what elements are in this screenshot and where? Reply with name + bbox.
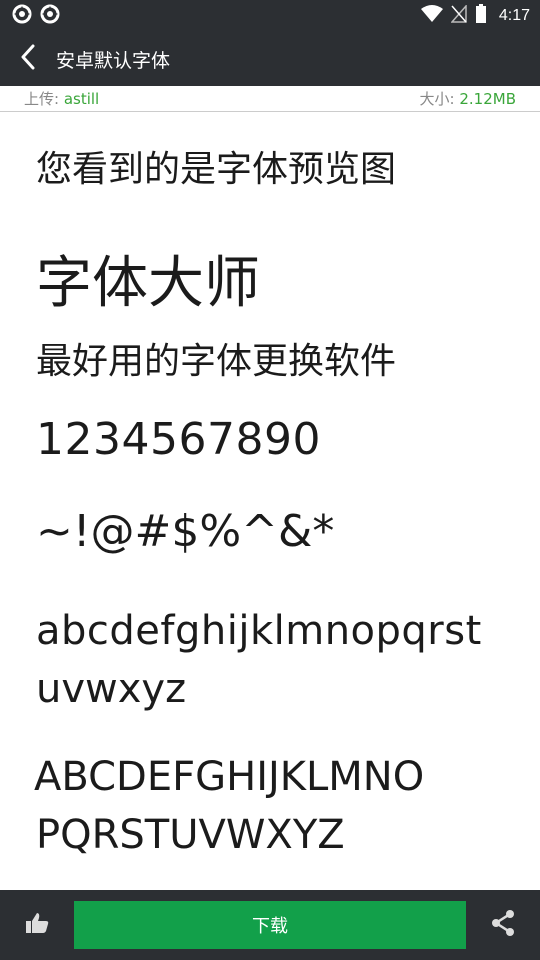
font-preview-image: 您看到的是字体预览图 字体大师 最好用的字体更换软件 1234567890 ~!… — [0, 112, 540, 890]
chevron-left-icon — [20, 44, 36, 74]
preview-symbols: ~!@#$%^&* — [36, 506, 335, 557]
bottom-action-bar: 下载 — [0, 890, 540, 960]
preview-line-slogan: 最好用的字体更换软件 — [36, 341, 397, 382]
status-left — [12, 4, 60, 28]
preview-line-intro: 您看到的是字体预览图 — [36, 149, 397, 190]
preview-digits: 1234567890 — [36, 414, 321, 465]
wifi-icon — [420, 5, 443, 27]
size-value: 2.12MB — [459, 90, 516, 108]
preview-uppercase-2: PQRSTUVWXYZ — [36, 812, 345, 858]
battery-icon — [475, 4, 487, 28]
size-label: 大小: — [419, 90, 460, 108]
no-signal-icon — [450, 4, 467, 27]
download-button[interactable]: 下载 — [74, 901, 466, 949]
status-time: 4:17 — [498, 7, 530, 24]
preview-lowercase-2: uvwxyz — [36, 666, 187, 712]
like-button[interactable] — [0, 890, 74, 960]
page-title: 安卓默认字体 — [56, 49, 171, 72]
size-info: 大小: 2.12MB — [420, 88, 516, 109]
status-bar: 4:17 — [0, 0, 540, 32]
status-right: 4:17 — [420, 4, 530, 28]
preview-uppercase-1: ABCDEFGHIJKLMNO — [34, 754, 425, 800]
uploader-info: 上传: astill — [24, 88, 99, 109]
uploader-label: 上传: — [24, 90, 64, 108]
uploader-value[interactable]: astill — [64, 90, 99, 108]
share-button[interactable] — [466, 890, 540, 960]
preview-line-brand: 字体大师 — [36, 251, 260, 316]
info-bar: 上传: astill 大小: 2.12MB — [0, 86, 540, 112]
share-icon — [489, 909, 517, 941]
toolbar: 安卓默认字体 — [0, 32, 540, 86]
back-button[interactable] — [0, 32, 56, 86]
app-notification-icon — [40, 4, 60, 28]
preview-lowercase-1: abcdefghijklmnopqrst — [36, 608, 482, 654]
thumbs-up-icon — [25, 912, 49, 938]
app-notification-icon — [12, 4, 32, 28]
